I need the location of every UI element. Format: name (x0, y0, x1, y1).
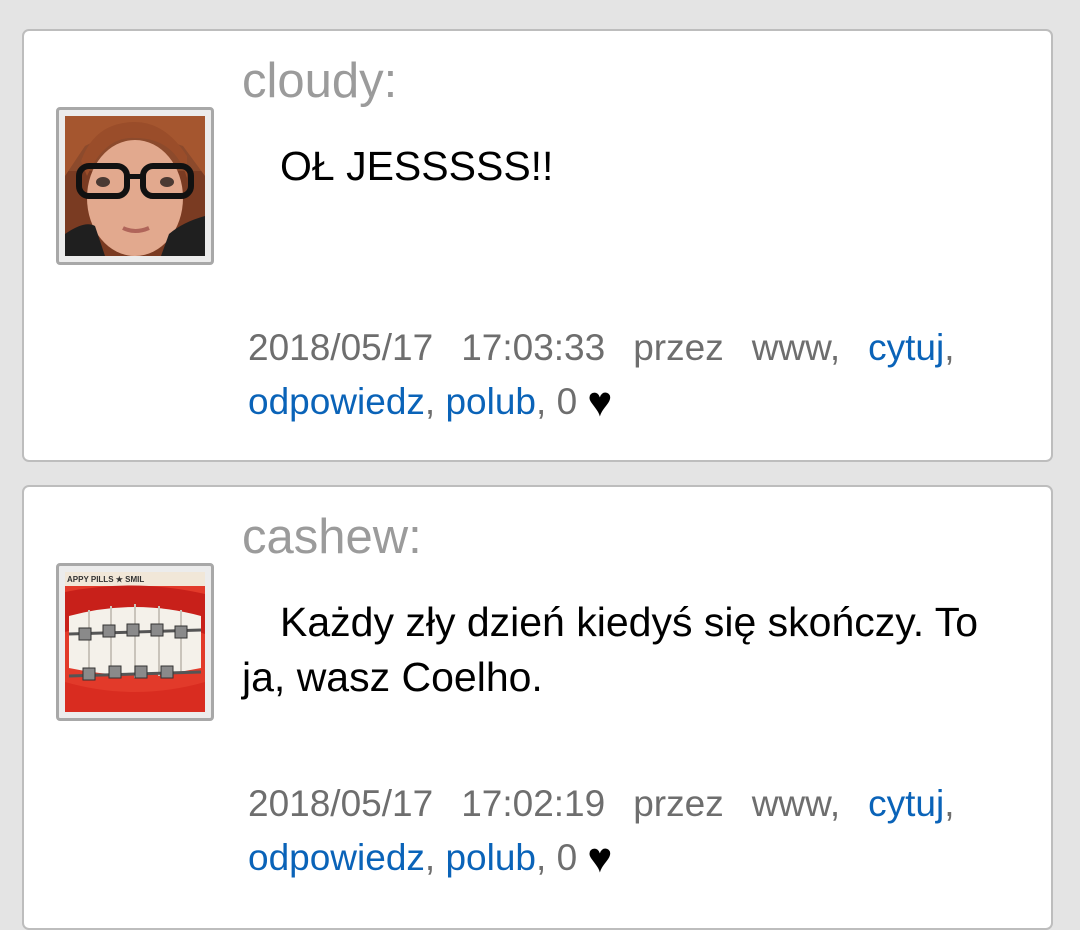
avatar-photo-woman-glasses (65, 116, 205, 256)
like-count: 0 (556, 381, 578, 422)
avatar-caption: APPY PILLS ★ SMIL (67, 575, 144, 584)
username[interactable]: cashew: (242, 513, 422, 562)
message-text: OŁ JESSSSS!! (280, 143, 554, 189)
comment-card: APPY PILLS ★ SMIL cashew: Każdy zły dzie… (22, 485, 1053, 930)
reply-link[interactable]: odpowiedz (248, 837, 425, 878)
post-meta: 2018/05/17 17:03:33 przez www, cytuj, odpowi… (248, 327, 955, 425)
source-label: www, (751, 327, 841, 368)
like-count: 0 (556, 837, 578, 878)
post-meta: 2018/05/17 17:02:19 przez www, cytuj, odpowi… (248, 783, 955, 881)
reply-link[interactable]: odpowiedz (248, 381, 425, 422)
heart-icon: ♥ (587, 834, 613, 881)
post-time: 17:03:33 (461, 327, 606, 368)
source-label: www, (751, 783, 841, 824)
avatar[interactable]: APPY PILLS ★ SMIL (56, 563, 214, 721)
like-link[interactable]: polub (445, 837, 536, 878)
avatar-photo-teeth-braces: APPY PILLS ★ SMIL (65, 572, 205, 712)
username[interactable]: cloudy: (242, 57, 397, 106)
heart-icon: ♥ (587, 378, 613, 425)
quote-link[interactable]: cytuj (868, 327, 944, 368)
comment-card: cloudy: OŁ JESSSSS!! 2018/05/17 17:03:33 p… (22, 29, 1053, 462)
post-date: 2018/05/17 (248, 783, 434, 824)
like-link[interactable]: polub (445, 381, 536, 422)
via-label: przez (633, 783, 724, 824)
post-date: 2018/05/17 (248, 327, 434, 368)
message-text: Każdy zły dzień kiedyś się skończy. To j… (242, 599, 979, 700)
quote-link[interactable]: cytuj (868, 783, 944, 824)
via-label: przez (633, 327, 724, 368)
post-time: 17:02:19 (461, 783, 606, 824)
avatar[interactable] (56, 107, 214, 265)
